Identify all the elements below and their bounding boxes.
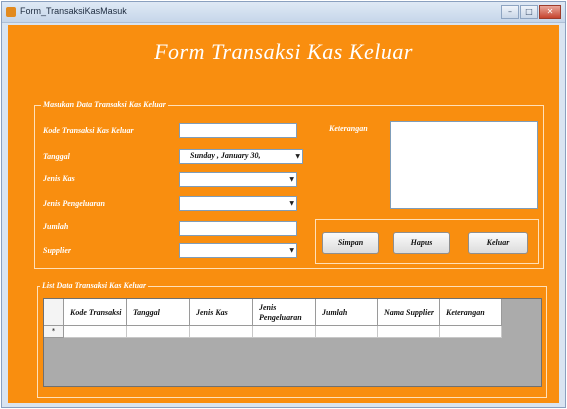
button-panel: Simpan Hapus Keluar: [315, 219, 539, 264]
hapus-button[interactable]: Hapus: [393, 232, 450, 254]
tanggal-date-picker[interactable]: Sunday , January 30, ▼: [179, 149, 303, 164]
close-button[interactable]: ✕: [539, 5, 561, 19]
new-row-marker: *: [44, 326, 64, 338]
minimize-button[interactable]: –: [501, 5, 519, 19]
column-header-keterangan[interactable]: Keterangan: [440, 299, 502, 326]
kode-transaksi-input[interactable]: [179, 123, 297, 138]
list-groupbox: List Data Transaksi Kas Keluar Kode Tran…: [37, 281, 547, 398]
list-groupbox-legend: List Data Transaksi Kas Keluar: [40, 281, 149, 290]
form-client-area: Form Transaksi Kas Keluar Masukan Data T…: [8, 25, 559, 403]
tanggal-label: Tanggal: [43, 152, 70, 161]
jenis-pengeluaran-label: Jenis Pengeluaran: [43, 199, 106, 208]
table-cell[interactable]: [190, 326, 253, 338]
table-cell[interactable]: [253, 326, 316, 338]
title-bar: Form_TransaksiKasMasuk – □ ✕: [2, 2, 565, 23]
column-header-tanggal[interactable]: Tanggal: [127, 299, 190, 326]
chevron-down-icon[interactable]: ▼: [295, 153, 300, 160]
transaksi-data-grid[interactable]: Kode Transaksi Tanggal Jenis Kas Jenis P…: [43, 298, 542, 387]
jumlah-input[interactable]: [179, 221, 297, 236]
jenis-pengeluaran-select[interactable]: ▼: [179, 196, 297, 211]
chevron-down-icon[interactable]: ▼: [289, 176, 294, 183]
table-cell[interactable]: [378, 326, 440, 338]
column-header-jenis-kas[interactable]: Jenis Kas: [190, 299, 253, 326]
table-row[interactable]: *: [44, 326, 502, 338]
chevron-down-icon[interactable]: ▼: [289, 200, 294, 207]
table-cell[interactable]: [316, 326, 378, 338]
jenis-kas-select[interactable]: ▼: [179, 172, 297, 187]
caption-buttons: – □ ✕: [501, 5, 561, 19]
column-header-nama-supplier[interactable]: Nama Supplier: [378, 299, 440, 326]
form-app-icon: [6, 7, 16, 17]
jenis-kas-label: Jenis Kas: [43, 174, 75, 183]
simpan-button[interactable]: Simpan: [322, 232, 379, 254]
window-title: Form_TransaksiKasMasuk: [20, 6, 127, 16]
tanggal-value: Sunday , January 30,: [190, 151, 261, 160]
table-cell[interactable]: [64, 326, 127, 338]
input-groupbox: Masukan Data Transaksi Kas Keluar Kode T…: [34, 100, 544, 269]
keluar-button[interactable]: Keluar: [468, 232, 528, 254]
supplier-select[interactable]: ▼: [179, 243, 297, 258]
table-cell[interactable]: [127, 326, 190, 338]
keterangan-textarea[interactable]: [390, 121, 538, 209]
grid-header: Kode Transaksi Tanggal Jenis Kas Jenis P…: [44, 299, 502, 326]
grid-corner: [44, 299, 64, 326]
kode-transaksi-label: Kode Transaksi Kas Keluar: [43, 126, 134, 135]
maximize-button[interactable]: □: [520, 5, 538, 19]
column-header-kode-transaksi[interactable]: Kode Transaksi: [64, 299, 127, 326]
jumlah-label: Jumlah: [43, 222, 69, 231]
table-cell[interactable]: [440, 326, 502, 338]
form-heading: Form Transaksi Kas Keluar: [154, 39, 413, 64]
input-groupbox-legend: Masukan Data Transaksi Kas Keluar: [41, 100, 168, 109]
chevron-down-icon[interactable]: ▼: [289, 247, 294, 254]
keterangan-label: Keterangan: [329, 124, 368, 133]
column-header-jenis-pengeluaran[interactable]: Jenis Pengeluaran: [253, 299, 316, 326]
supplier-label: Supplier: [43, 246, 72, 255]
window: Form_TransaksiKasMasuk – □ ✕ Form Transa…: [1, 1, 566, 408]
column-header-jumlah[interactable]: Jumlah: [316, 299, 378, 326]
